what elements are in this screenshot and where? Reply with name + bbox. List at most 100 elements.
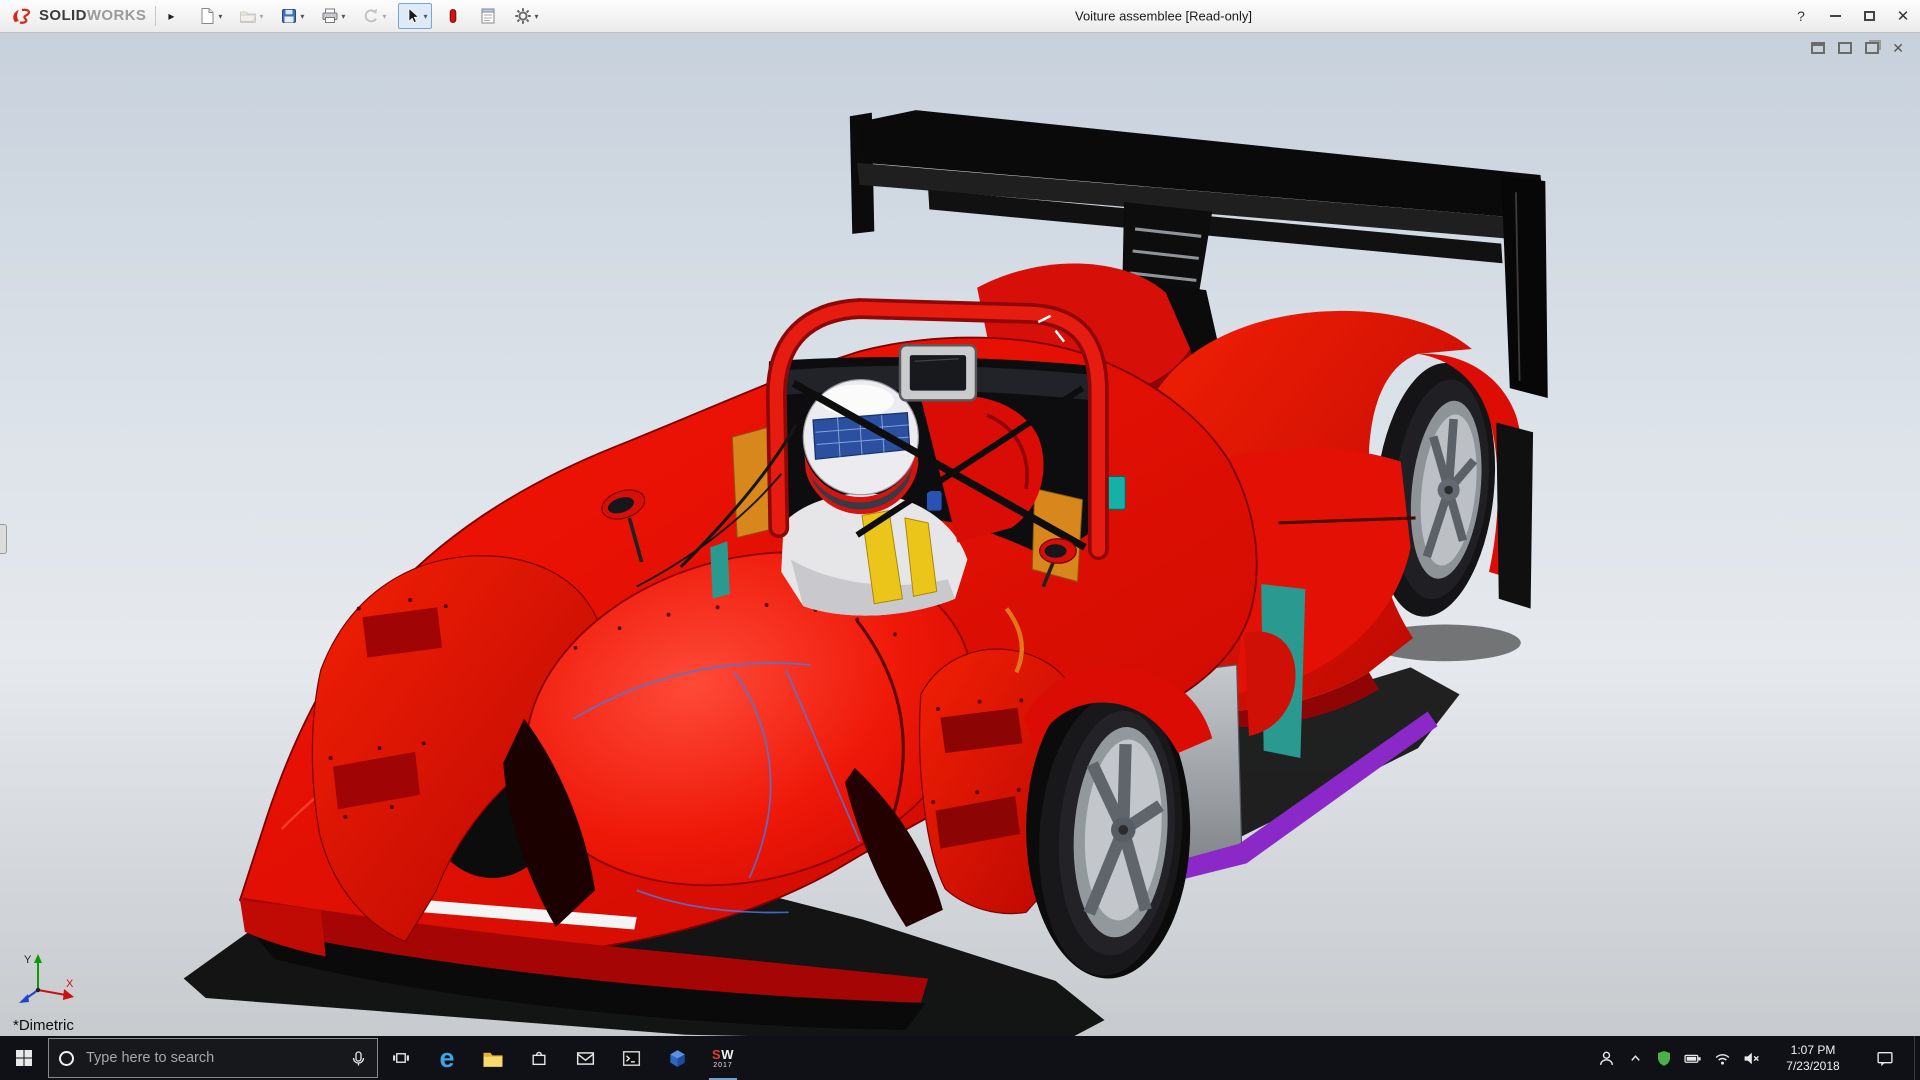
new-document-icon (198, 7, 216, 25)
start-button[interactable] (0, 1036, 48, 1080)
save-button[interactable]: ▾ (275, 3, 309, 29)
store-bag-icon (530, 1049, 548, 1067)
microphone-icon[interactable] (350, 1050, 367, 1067)
task-view-icon (392, 1049, 410, 1067)
dropdown-caret[interactable]: ▾ (218, 12, 222, 21)
shield-icon (1656, 1050, 1672, 1067)
help-button[interactable]: ? (1784, 0, 1818, 32)
print-button[interactable]: ▾ (316, 3, 350, 29)
edge-icon: e (439, 1046, 454, 1070)
file-explorer-button[interactable] (470, 1036, 516, 1080)
maximize-icon (1864, 11, 1875, 21)
system-tray: 1:07 PM 7/23/2018 (1596, 1036, 1920, 1080)
sw-letter-s: S (712, 1047, 721, 1062)
mail-button[interactable] (562, 1036, 608, 1080)
cube-app-icon (668, 1049, 687, 1068)
doc-restore-icon[interactable] (1811, 42, 1825, 54)
action-center-button[interactable] (1865, 1036, 1905, 1080)
taskbar-search[interactable] (48, 1038, 378, 1078)
new-document-button[interactable]: ▾ (193, 3, 227, 29)
battery-button[interactable] (1683, 1050, 1703, 1067)
dropdown-caret[interactable]: ▾ (259, 12, 263, 21)
quick-access-toolbar: ▾ ▾ ▾ ▾ (193, 3, 543, 29)
clock-date: 7/23/2018 (1777, 1058, 1849, 1074)
help-glyph: ? (1797, 8, 1805, 24)
open-button[interactable]: ▾ (234, 3, 268, 29)
dropdown-caret[interactable]: ▾ (300, 12, 304, 21)
cortana-icon (59, 1051, 74, 1066)
close-button[interactable]: ✕ (1886, 0, 1920, 32)
triad-y-label: Y (24, 954, 32, 966)
properties-button[interactable] (474, 3, 502, 29)
volume-button[interactable] (1741, 1051, 1761, 1066)
people-button[interactable] (1596, 1050, 1616, 1067)
orientation-triad: Y X (16, 950, 80, 1006)
hidden-icons-button[interactable] (1625, 1051, 1645, 1066)
people-icon (1598, 1050, 1615, 1067)
action-center-icon (1876, 1050, 1894, 1067)
windows-logo-icon (15, 1049, 33, 1067)
defender-button[interactable] (1654, 1050, 1674, 1067)
close-icon: ✕ (1897, 7, 1910, 25)
mail-icon (576, 1050, 595, 1067)
edrawings-button[interactable] (654, 1036, 700, 1080)
appearances-icon (444, 7, 462, 25)
window-controls: ? ✕ (1784, 0, 1920, 32)
document-window-controls: ✕ (1811, 41, 1904, 55)
command-prompt-button[interactable] (608, 1036, 654, 1080)
search-input[interactable] (84, 1049, 340, 1067)
dropdown-caret[interactable]: ▾ (534, 12, 538, 21)
undo-button[interactable]: ▾ (357, 3, 391, 29)
solidworks-2017-icon: SW 2017 (712, 1048, 734, 1069)
doc-close-icon[interactable]: ✕ (1892, 41, 1904, 55)
brand-text: SOLIDWORKS (39, 7, 146, 25)
solidworks-logo: SOLIDWORKS (0, 7, 150, 25)
sw-year: 2017 (713, 1062, 733, 1069)
divider (155, 6, 156, 26)
view-orientation-label: *Dimetric (13, 1017, 74, 1034)
sw-letter-w: W (721, 1047, 734, 1062)
select-tool-button[interactable]: ▾ (398, 3, 432, 29)
titlebar: SOLIDWORKS ▸ ▾ ▾ (0, 0, 1920, 33)
brand-solid: SOLID (39, 7, 87, 24)
doc-tile-icon[interactable] (1865, 42, 1879, 54)
menu-arrow-glyph: ▸ (168, 9, 174, 23)
doc-minimize-icon[interactable] (1838, 42, 1852, 54)
triad-x-label: X (66, 978, 74, 990)
properties-sheet-icon (479, 7, 497, 25)
taskbar: e (0, 1036, 1920, 1080)
save-icon (280, 7, 298, 25)
maximize-button[interactable] (1852, 0, 1886, 32)
wifi-icon (1714, 1050, 1731, 1066)
store-button[interactable] (516, 1036, 562, 1080)
gear-icon (514, 7, 532, 25)
file-explorer-icon (482, 1049, 504, 1068)
dropdown-caret[interactable]: ▾ (341, 12, 345, 21)
edge-button[interactable]: e (424, 1036, 470, 1080)
solidworks-2017-button[interactable]: SW 2017 (700, 1036, 746, 1080)
open-folder-icon (239, 7, 257, 25)
command-prompt-icon (622, 1050, 641, 1067)
minimize-button[interactable] (1818, 0, 1852, 32)
window-title: Voiture assemblee [Read-only] (1075, 9, 1252, 24)
menu-expand-arrow[interactable]: ▸ (161, 7, 181, 25)
feature-tree-collapsed-tab[interactable] (0, 524, 7, 554)
car-model-render[interactable] (0, 33, 1920, 1036)
viewport-3d[interactable]: ✕ Y X *Dimetric (0, 33, 1920, 1036)
dropdown-caret[interactable]: ▾ (382, 12, 386, 21)
undo-icon (362, 7, 380, 25)
front-wheel[interactable] (1024, 666, 1213, 981)
brand-works: WORKS (87, 7, 147, 24)
network-button[interactable] (1712, 1050, 1732, 1066)
select-cursor-icon (403, 7, 421, 25)
dropdown-caret[interactable]: ▾ (423, 12, 427, 21)
task-view-button[interactable] (378, 1036, 424, 1080)
show-desktop-button[interactable] (1914, 1036, 1920, 1080)
ds-logo-icon (10, 7, 34, 25)
chevron-up-icon (1628, 1051, 1643, 1066)
print-icon (321, 7, 339, 25)
options-button[interactable]: ▾ (509, 3, 543, 29)
clock-time: 1:07 PM (1777, 1042, 1849, 1058)
taskbar-clock[interactable]: 1:07 PM 7/23/2018 (1777, 1042, 1849, 1074)
appearances-button[interactable] (439, 3, 467, 29)
